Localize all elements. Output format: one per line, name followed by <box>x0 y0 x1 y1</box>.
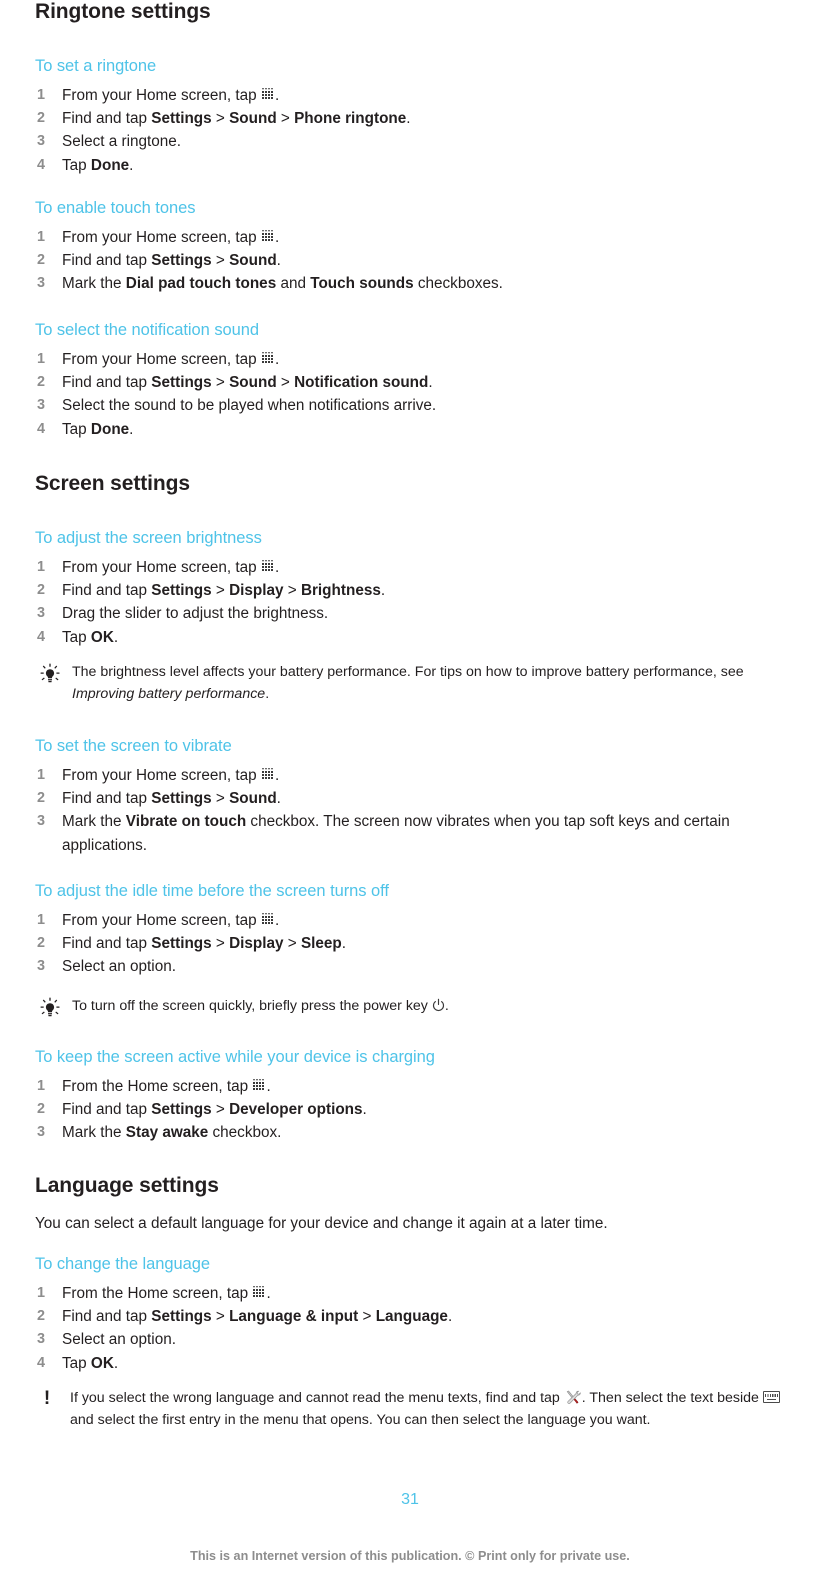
step-item: Find and tap Settings > Sound > Phone ri… <box>37 107 411 130</box>
steps-screen-brightness: From your Home screen, tap . Find and ta… <box>35 556 806 649</box>
step-item: From the Home screen, tap . <box>37 1282 271 1305</box>
steps-set-ringtone: From your Home screen, tap . Find and ta… <box>35 84 806 177</box>
tip-text: To turn off the screen quickly, briefly … <box>72 998 449 1014</box>
step-item: From the Home screen, tap . <box>37 1075 271 1098</box>
task-heading-screen-vibrate: To set the screen to vibrate <box>35 737 232 755</box>
app-drawer-icon <box>261 560 275 573</box>
step-item: Tap OK. <box>37 1352 119 1375</box>
app-drawer-icon <box>261 768 275 781</box>
app-drawer-icon <box>253 1286 267 1299</box>
step-item: Mark the Vibrate on touch checkbox. The … <box>37 810 730 854</box>
keyboard-icon <box>762 1391 780 1403</box>
lightbulb-tip-icon <box>39 997 63 1019</box>
exclamation-warning-icon: ! <box>39 1389 63 1411</box>
task-heading-notification-sound: To select the notification sound <box>35 321 260 339</box>
app-drawer-icon <box>261 913 275 926</box>
step-item: Find and tap Settings > Sound. <box>37 249 281 272</box>
section-heading-screen-settings: Screen settings <box>35 472 190 495</box>
steps-screen-vibrate: From your Home screen, tap . Find and ta… <box>35 764 806 857</box>
step-item: Mark the Stay awake checkbox. <box>37 1121 282 1144</box>
step-item: Tap Done. <box>37 418 134 441</box>
page-number: 31 <box>401 1491 419 1508</box>
step-item: Find and tap Settings > Language & input… <box>37 1305 453 1328</box>
step-item: Find and tap Settings > Sound > Notifica… <box>37 371 433 394</box>
step-item: Find and tap Settings > Display > Sleep. <box>37 932 346 955</box>
step-item: From your Home screen, tap . <box>37 764 280 787</box>
warning-note-language: ! If you select the wrong language and c… <box>35 1388 806 1431</box>
step-item: From your Home screen, tap . <box>37 348 280 371</box>
section-heading-language-settings: Language settings <box>35 1174 219 1197</box>
power-key-icon <box>432 998 445 1012</box>
app-drawer-icon <box>261 88 275 101</box>
cross-reference: Improving battery performance <box>72 685 266 702</box>
step-item: From your Home screen, tap . <box>37 556 280 579</box>
step-item: Tap Done. <box>37 154 134 177</box>
tip-text: The brightness level affects your batter… <box>72 664 744 702</box>
task-heading-change-language: To change the language <box>35 1255 211 1273</box>
warning-text: If you select the wrong language and can… <box>70 1390 780 1428</box>
steps-idle-time: From your Home screen, tap . Find and ta… <box>35 909 806 979</box>
steps-notification-sound: From your Home screen, tap . Find and ta… <box>35 348 806 441</box>
step-item: Select an option. <box>37 955 176 978</box>
footer-copyright-note: This is an Internet version of this publ… <box>190 1549 630 1563</box>
lightbulb-tip-icon <box>39 663 63 685</box>
app-drawer-icon <box>261 230 275 243</box>
tip-note-brightness: The brightness level affects your batter… <box>35 662 806 705</box>
app-drawer-icon <box>261 352 275 365</box>
task-heading-keep-screen-active: To keep the screen active while your dev… <box>35 1048 435 1066</box>
step-item: Select a ringtone. <box>37 130 182 153</box>
step-item: Drag the slider to adjust the brightness… <box>37 602 329 625</box>
steps-change-language: From the Home screen, tap . Find and tap… <box>35 1282 806 1375</box>
task-heading-set-ringtone: To set a ringtone <box>35 57 157 75</box>
step-item: From your Home screen, tap . <box>37 909 280 932</box>
task-heading-screen-brightness: To adjust the screen brightness <box>35 529 262 547</box>
tools-icon <box>565 1390 581 1405</box>
tip-note-power-key: To turn off the screen quickly, briefly … <box>35 996 806 1018</box>
step-item: Find and tap Settings > Display > Bright… <box>37 579 386 602</box>
language-settings-intro: You can select a default language for yo… <box>35 1215 608 1232</box>
step-item: Select an option. <box>37 1328 176 1351</box>
task-heading-idle-time: To adjust the idle time before the scree… <box>35 882 389 900</box>
exclamation-glyph: ! <box>43 1388 51 1409</box>
step-item: From your Home screen, tap . <box>37 226 280 249</box>
steps-keep-screen-active: From the Home screen, tap . Find and tap… <box>35 1075 806 1145</box>
page-title: Ringtone settings <box>35 0 211 23</box>
step-item: Tap OK. <box>37 626 119 649</box>
step-item: Select the sound to be played when notif… <box>37 394 437 417</box>
manual-page: Ringtone settings To set a ringtone From… <box>0 0 820 1589</box>
step-item: Find and tap Settings > Developer option… <box>37 1098 367 1121</box>
step-item: Mark the Dial pad touch tones and Touch … <box>37 272 503 295</box>
steps-enable-touch-tones: From your Home screen, tap . Find and ta… <box>35 226 806 296</box>
step-item: Find and tap Settings > Sound. <box>37 787 281 810</box>
task-heading-enable-touch-tones: To enable touch tones <box>35 199 196 217</box>
app-drawer-icon <box>253 1079 267 1092</box>
step-item: From your Home screen, tap . <box>37 84 280 107</box>
